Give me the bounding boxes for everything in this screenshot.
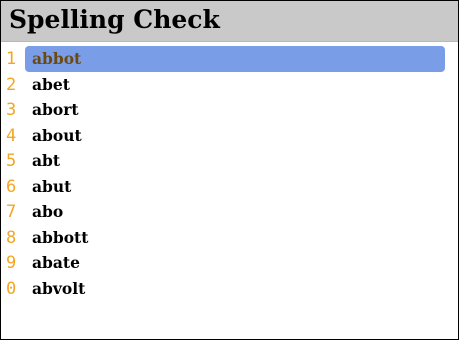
- suggestion-word: abbott: [32, 227, 89, 247]
- shortcut-number: 3: [6, 100, 17, 120]
- suggestion-item[interactable]: 2 abet: [1, 72, 458, 98]
- suggestion-item[interactable]: 6 abut: [1, 174, 458, 200]
- suggestion-item[interactable]: 4 about: [1, 123, 458, 149]
- title-bar: Spelling Check: [1, 1, 458, 42]
- suggestion-word: abt: [32, 151, 61, 170]
- suggestion-item[interactable]: 7 abo: [1, 199, 458, 225]
- shortcut-number: 1: [6, 49, 17, 69]
- suggestion-word: about: [32, 125, 82, 145]
- shortcut-number: 2: [6, 74, 17, 95]
- suggestion-word: abvolt: [32, 278, 86, 298]
- suggestion-word: abort: [32, 100, 79, 119]
- suggestion-list: 1 abbot 2 abet 3 abort 4 about 5 abt 6 a…: [1, 46, 458, 301]
- shortcut-number: 8: [6, 227, 17, 248]
- suggestion-item[interactable]: 8 abbott: [1, 225, 458, 251]
- suggestion-item[interactable]: 9 abate: [1, 250, 458, 276]
- spelling-check-screen: Spelling Check 1 abbot 2 abet 3 abort 4 …: [0, 0, 459, 340]
- suggestion-item[interactable]: 5 abt: [1, 148, 458, 174]
- shortcut-number: 9: [6, 253, 17, 273]
- suggestion-word: abate: [32, 253, 80, 272]
- shortcut-number: 5: [6, 151, 17, 171]
- shortcut-number: 0: [6, 278, 17, 299]
- suggestion-item[interactable]: 1 abbot: [1, 46, 458, 72]
- suggestion-item[interactable]: 3 abort: [1, 97, 458, 123]
- screen-title: Spelling Check: [9, 5, 220, 34]
- selection-highlight: [25, 46, 445, 72]
- suggestion-word: abut: [32, 176, 72, 196]
- suggestion-item[interactable]: 0 abvolt: [1, 276, 458, 302]
- shortcut-number: 4: [6, 125, 17, 146]
- shortcut-number: 6: [6, 176, 17, 197]
- suggestion-word: abo: [32, 202, 64, 221]
- suggestion-word: abbot: [32, 49, 82, 68]
- suggestion-word: abet: [32, 74, 70, 94]
- shortcut-number: 7: [6, 202, 17, 222]
